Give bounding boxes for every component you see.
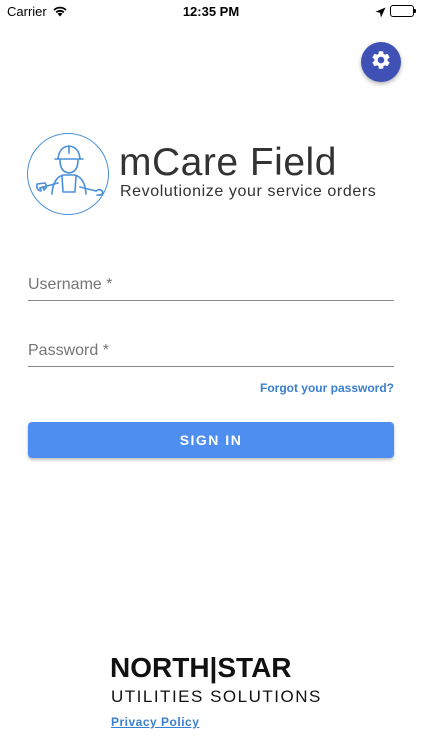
logo	[27, 133, 109, 215]
sign-in-button[interactable]: SIGN IN	[28, 422, 394, 458]
username-field[interactable]	[28, 265, 394, 301]
privacy-policy-link[interactable]: Privacy Policy	[111, 715, 199, 729]
battery-icon	[390, 5, 416, 17]
forgot-password-link[interactable]: Forgot your password?	[260, 381, 394, 395]
status-time: 12:35 PM	[182, 4, 240, 19]
password-input[interactable]	[28, 331, 394, 366]
username-input[interactable]	[28, 265, 394, 300]
company-logo-text: NORTH|STAR	[110, 652, 292, 683]
location-arrow-icon	[375, 5, 386, 23]
app-subtitle: Revolutionize your service orders	[120, 183, 377, 200]
password-field[interactable]	[28, 331, 394, 367]
status-bar: Carrier 12:35 PM	[0, 0, 422, 24]
worker-wrench-icon	[36, 145, 104, 196]
company-tagline: UTILITIES SOLUTIONS	[111, 687, 322, 706]
settings-button[interactable]	[361, 42, 401, 82]
gear-icon	[370, 49, 392, 76]
app-title: mCare Field	[119, 141, 337, 184]
